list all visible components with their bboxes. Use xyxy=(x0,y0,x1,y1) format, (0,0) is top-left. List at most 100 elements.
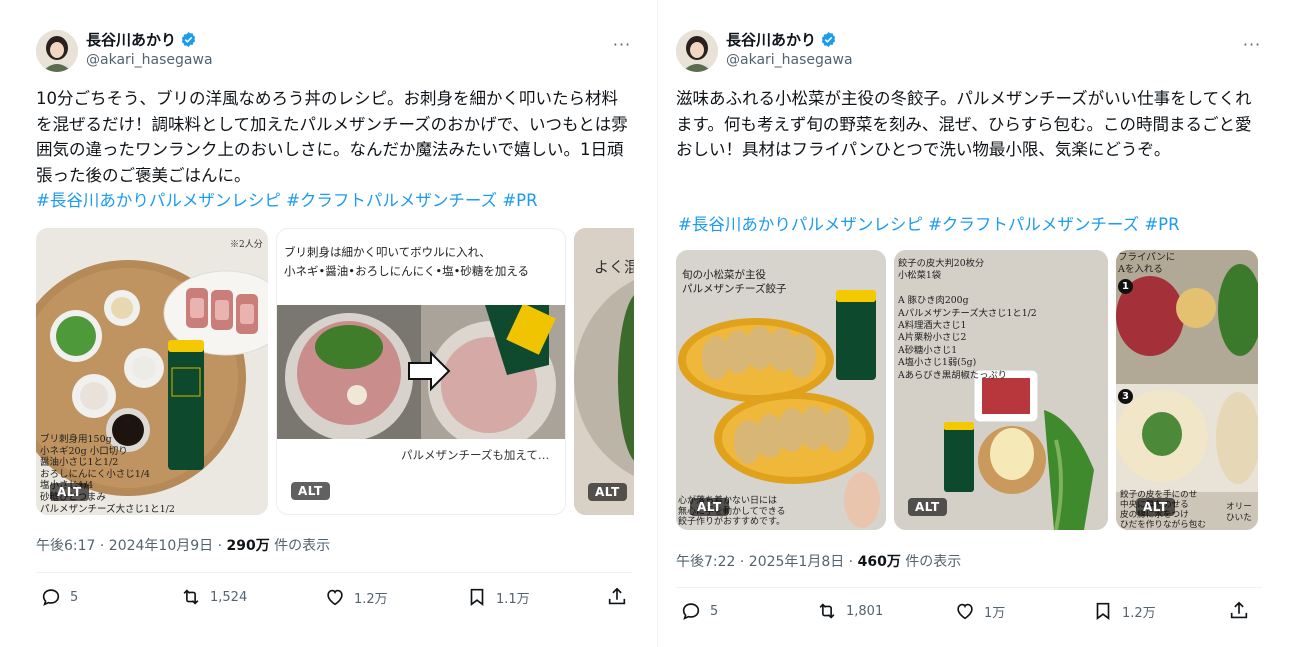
alt-badge[interactable]: ALT xyxy=(1136,498,1175,516)
media-carousel[interactable]: 旬の小松菜が主役 パルメザンチーズ餃子 心が落ち着かない日には 無心に手を動かし… xyxy=(676,250,1258,530)
alt-badge[interactable]: ALT xyxy=(291,482,330,500)
photo-3-image xyxy=(1116,250,1258,530)
ingredient-line: パルメザンチーズ大さじ1と1/2 xyxy=(40,503,175,515)
photo-2[interactable]: ブリ刺身は細かく叩いてボウルに入れ、 小ネギ•醤油•おろしにんにく•塩•砂糖を加… xyxy=(276,228,566,515)
alt-badge[interactable]: ALT xyxy=(588,483,627,501)
bookmark-count: 1.2万 xyxy=(1122,605,1156,621)
ingredient-line: 小ネギ20g 小口切り xyxy=(40,445,128,457)
ingredient-line xyxy=(898,283,1037,295)
media-carousel[interactable]: ※2人分 ブリ刺身用150g 小ネギ20g 小口切り 醤油小さじ1と1/2 おろ… xyxy=(36,228,634,515)
photo-3[interactable]: フライパンに Aを入れる 1 3 餃子の皮を手にのせ 中央に具をのせる 皮の縁に… xyxy=(1116,250,1258,530)
more-options-icon[interactable]: ··· xyxy=(1240,32,1264,56)
repost-icon xyxy=(819,603,835,619)
tweet-hashtags[interactable]: #長谷川あかりパルメザンレシピ #クラフトパルメザンチーズ #PR xyxy=(678,212,1180,237)
tweet-2: 長谷川あかり @akari_hasegawa ··· 滋味あふれる小松菜が主役の… xyxy=(658,0,1300,647)
reply-icon xyxy=(42,589,60,606)
views-count: 460万 xyxy=(857,554,901,570)
ingredient-line: A砂糖小さじ1 xyxy=(898,344,958,356)
ingredient-line: 醤油小さじ1と1/2 xyxy=(40,457,119,469)
avatar[interactable] xyxy=(676,30,718,72)
like-count: 1万 xyxy=(984,605,1006,621)
photo-2[interactable]: 餃子の皮大判20枚分 小松菜1袋 A 豚ひき肉200g Aパルメザンチーズ大さじ… xyxy=(894,250,1108,530)
photo-1[interactable]: 旬の小松菜が主役 パルメザンチーズ餃子 心が落ち着かない日には 無心に手を動かし… xyxy=(676,250,886,530)
photo-3[interactable]: よく混 ALT xyxy=(574,228,634,515)
photo-1[interactable]: ※2人分 ブリ刺身用150g 小ネギ20g 小口切り 醤油小さじ1と1/2 おろ… xyxy=(36,228,268,515)
repost-icon xyxy=(183,589,199,605)
tweet-hashtags[interactable]: #長谷川あかりパルメザンレシピ #クラフトパルメザンチーズ #PR xyxy=(36,188,538,213)
title-line: 旬の小松菜が主役 xyxy=(682,269,766,281)
ingredient-line: A 豚ひき肉200g xyxy=(898,295,969,307)
ingredient-line: Aあらびき黒胡椒たっぷり xyxy=(898,369,1007,381)
share-icon xyxy=(1230,601,1248,619)
author-name[interactable]: 長谷川あかり xyxy=(86,29,176,50)
views-label: 件の表示 xyxy=(900,554,962,570)
share-button[interactable] xyxy=(606,586,628,608)
avatar-image xyxy=(676,30,718,72)
photo-2-image xyxy=(277,305,565,439)
side-line: オリー xyxy=(1226,502,1252,512)
avatar[interactable] xyxy=(36,30,78,72)
tweet-header: 長谷川あかり @akari_hasegawa ··· xyxy=(676,26,1276,74)
tweet-header: 長谷川あかり @akari_hasegawa ··· xyxy=(36,26,636,74)
author-name-line[interactable]: 長谷川あかり xyxy=(86,29,197,50)
tweet-text: 滋味あふれる小松菜が主役の冬餃子。パルメザンチーズがいい仕事をしてくれます。何も… xyxy=(676,89,1252,159)
caption-line: ブリ刺身は細かく叩いてボウルに入れ、 xyxy=(284,245,491,259)
photo-1-ingredients: ブリ刺身用150g 小ネギ20g 小口切り 醤油小さじ1と1/2 おろしにんにく… xyxy=(40,434,175,515)
photo-3-caption: よく混 xyxy=(594,258,634,276)
tweet-text: 10分ごちそう、ブリの洋風なめろう丼のレシピ。お刺身を細かく叩いたら材料を混ぜる… xyxy=(36,89,628,185)
views-count: 290万 xyxy=(226,538,270,554)
timestamp[interactable]: 午後6:17 · 2024年10月9日 · xyxy=(36,538,227,554)
alt-badge[interactable]: ALT xyxy=(908,498,947,516)
photo-2-ingredients: 餃子の皮大判20枚分 小松菜1袋 A 豚ひき肉200g Aパルメザンチーズ大さじ… xyxy=(898,258,1037,382)
verified-badge-icon xyxy=(821,32,836,47)
action-bar: 5 1,801 1万 1.2万 xyxy=(676,600,1262,624)
share-icon xyxy=(608,587,626,605)
bookmark-button[interactable]: 1.1万 xyxy=(466,586,530,608)
divider xyxy=(676,587,1262,588)
like-button[interactable]: 1万 xyxy=(954,600,1005,622)
step-number-badge: 3 xyxy=(1118,389,1133,404)
title-line: パルメザンチーズ餃子 xyxy=(682,283,787,295)
reply-count: 5 xyxy=(710,603,719,619)
bottom-line: ひだを作りながら包む xyxy=(1120,520,1206,530)
ingredient-line: おろしにんにく小さじ1/4 xyxy=(40,468,151,480)
reply-button[interactable]: 5 xyxy=(40,586,78,608)
author-name[interactable]: 長谷川あかり xyxy=(726,29,816,50)
ingredient-line: Aパルメザンチーズ大さじ1と1/2 xyxy=(898,307,1037,319)
bookmark-icon xyxy=(1096,602,1110,620)
author-handle[interactable]: @akari_hasegawa xyxy=(86,52,213,68)
tweet-1: 長谷川あかり @akari_hasegawa ··· 10分ごちそう、ブリの洋風… xyxy=(0,0,650,647)
repost-button[interactable]: 1,801 xyxy=(816,600,883,622)
ingredient-line: 餃子の皮大判20枚分 xyxy=(898,258,985,269)
tweet-meta: 午後7:22 · 2025年1月8日 · 460万 件の表示 xyxy=(676,551,961,571)
share-button[interactable] xyxy=(1228,600,1250,622)
reply-icon xyxy=(682,603,700,620)
author-handle[interactable]: @akari_hasegawa xyxy=(726,52,853,68)
ingredient-line: 小松菜1袋 xyxy=(898,270,942,282)
like-count: 1.2万 xyxy=(354,591,388,607)
caption-line: 小ネギ•醤油•おろしにんにく•塩•砂糖を加える xyxy=(284,264,530,278)
alt-badge[interactable]: ALT xyxy=(690,498,729,516)
top-line: フライパンに xyxy=(1118,252,1176,263)
bookmark-button[interactable]: 1.2万 xyxy=(1092,600,1156,622)
alt-badge[interactable]: ALT xyxy=(50,483,89,501)
photo-1-title: 旬の小松菜が主役 パルメザンチーズ餃子 xyxy=(682,268,786,296)
reply-count: 5 xyxy=(70,589,79,605)
reply-button[interactable]: 5 xyxy=(680,600,718,622)
photo-3-top-text: フライパンに Aを入れる xyxy=(1118,252,1175,276)
heart-icon xyxy=(957,603,973,620)
repost-count: 1,801 xyxy=(846,603,884,619)
repost-count: 1,524 xyxy=(210,589,248,605)
ingredient-line: A塩小さじ1弱(5g) xyxy=(898,357,977,369)
tweet-meta: 午後6:17 · 2024年10月9日 · 290万 件の表示 xyxy=(36,535,330,555)
repost-button[interactable]: 1,524 xyxy=(180,586,247,608)
timestamp[interactable]: 午後7:22 · 2025年1月8日 · xyxy=(676,554,858,570)
side-line: ひいた xyxy=(1226,513,1252,523)
verified-badge-icon xyxy=(181,32,196,47)
more-options-icon[interactable]: ··· xyxy=(610,32,634,56)
ingredient-line: ブリ刺身用150g xyxy=(40,434,112,445)
photo-2-caption-bottom: パルメザンチーズも加えて… xyxy=(401,448,550,462)
author-name-line[interactable]: 長谷川あかり xyxy=(726,29,837,50)
bottom-line: 餃子作りがおすすめです。 xyxy=(678,517,786,527)
like-button[interactable]: 1.2万 xyxy=(324,586,388,608)
